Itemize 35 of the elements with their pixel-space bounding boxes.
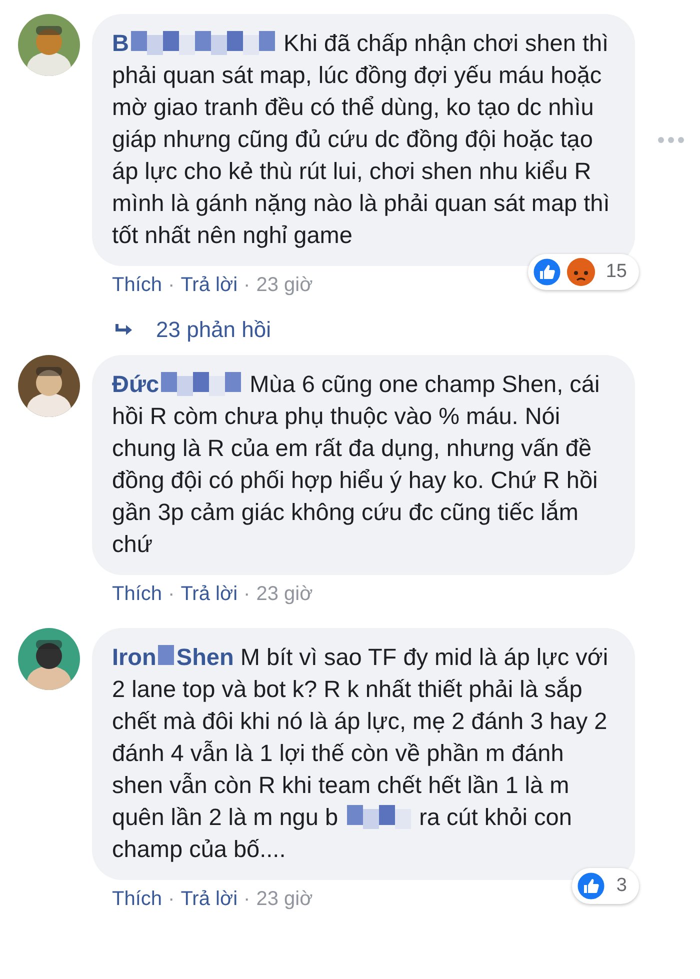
comment-time: 23 giờ: [256, 274, 313, 297]
separator-dot: ·: [244, 274, 250, 297]
reaction-count[interactable]: 3: [572, 868, 639, 904]
like-reaction-icon: [532, 257, 562, 287]
reaction-count[interactable]: 15: [528, 254, 639, 290]
censor-mosaic-icon: [130, 31, 275, 55]
like-link[interactable]: Thích: [112, 888, 162, 911]
separator-dot: ·: [244, 583, 250, 606]
censor-mosaic-icon: [161, 372, 242, 396]
commenter-name[interactable]: Đức: [112, 371, 160, 397]
reply-link[interactable]: Trả lời: [180, 583, 238, 606]
reply-link[interactable]: Trả lời: [180, 888, 238, 911]
angry-reaction-icon: [566, 257, 596, 287]
comment-time: 23 giờ: [256, 583, 313, 606]
reply-arrow-icon: [114, 322, 134, 338]
separator-dot: ·: [168, 583, 175, 606]
censor-mosaic-icon: [346, 805, 411, 829]
commenter-name[interactable]: Iron: [112, 644, 156, 670]
separator-dot: ·: [168, 888, 175, 911]
more-options-icon[interactable]: [657, 136, 685, 144]
reaction-number: 3: [616, 875, 627, 897]
comment-text: B Khi đã chấp nhận chơi shen thì phải quan sát map, lúc đồng đợi yếu máu hoặc mờ giao tranh đều có thể dùng, ko tạo dc nhìu giáp nhưng cũng đủ cứu dc đồng đội hoặc tạo áp lực cho kẻ thù rút lui, chơi shen nhu kiểu R mình là gánh nặng nào là phải quan sát map thì tốt nhất nên nghỉ game: [112, 29, 611, 250]
separator-dot: ·: [244, 888, 250, 911]
comment-text: Iron Shen M bít vì sao TF đy mid là áp lực với 2 lane top và bot k? R k nhất thiết phải là sắp chết mà đôi khi nó là áp lực, mẹ 2 đánh 3 hay 2 đánh 4 vẫn là 1 lợi thế còn về phần m đánh shen vẫn còn R khi team chết hết lần 1 là m quên lần 2 là m ngu b ra cút khỏi con champ của bố....: [112, 643, 610, 864]
reaction-number: 15: [606, 261, 627, 283]
separator-dot: ·: [168, 274, 175, 297]
comment-time: 23 giờ: [256, 888, 313, 911]
reply-link[interactable]: Trả lời: [180, 274, 238, 297]
commenter-name[interactable]: B: [112, 30, 129, 56]
comment-text: Đức Mùa 6 cũng one champ Shen, cái hồi R còm chưa phụ thuộc vào % máu. Nói chung là R của em rất đa dụng, nhưng vấn đề đồng đội có phối hợp hiểu ý hay ko. Chứ R hồi gần 3p cảm giác không cứu đc cũng tiếc lắm chứ: [112, 370, 601, 559]
like-reaction-icon: [576, 871, 606, 901]
commenter-name[interactable]: Shen: [176, 644, 234, 670]
like-link[interactable]: Thích: [112, 583, 162, 606]
like-link[interactable]: Thích: [112, 274, 162, 297]
view-replies-link[interactable]: 23 phản hồi: [114, 317, 685, 343]
